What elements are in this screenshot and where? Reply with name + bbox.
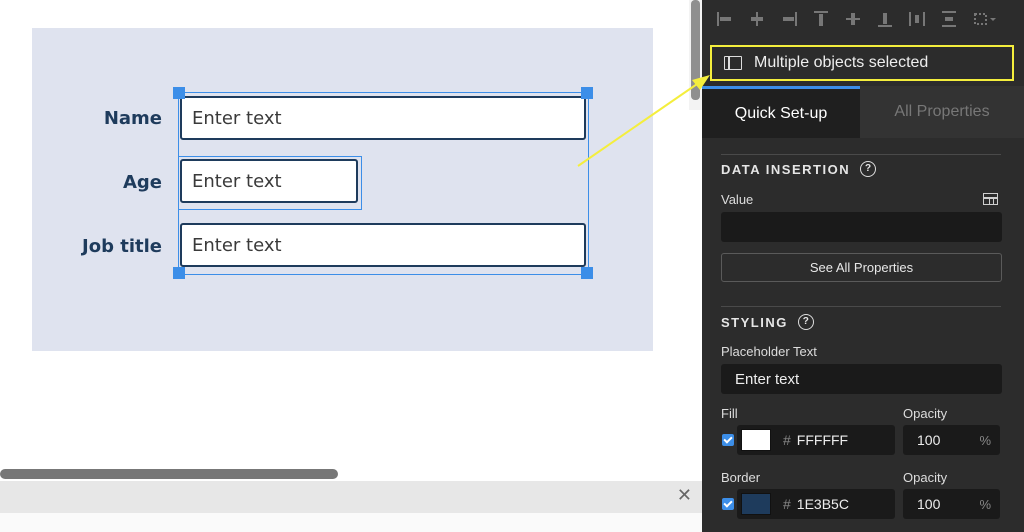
fill-opacity-input[interactable]: 100 % bbox=[903, 425, 1000, 455]
align-middle-vertical-icon[interactable] bbox=[844, 10, 862, 28]
fill-color-field[interactable]: # FFFFFF bbox=[737, 425, 895, 455]
table-icon[interactable] bbox=[983, 193, 998, 205]
styling-heading: STYLING ? bbox=[721, 314, 814, 330]
name-input[interactable]: Enter text bbox=[180, 96, 586, 140]
align-center-horizontal-icon[interactable] bbox=[748, 10, 766, 28]
placeholder-text-label: Placeholder Text bbox=[721, 344, 817, 359]
value-label: Value bbox=[721, 192, 754, 207]
help-icon[interactable]: ? bbox=[860, 161, 877, 177]
tab-quick-setup[interactable]: Quick Set-up bbox=[702, 86, 860, 138]
close-icon[interactable]: ✕ bbox=[677, 485, 692, 506]
fill-checkbox[interactable] bbox=[722, 434, 734, 446]
section-divider bbox=[721, 154, 1001, 155]
align-bottom-icon[interactable] bbox=[876, 10, 894, 28]
border-hex-value: 1E3B5C bbox=[796, 496, 849, 512]
selection-status-text: Multiple objects selected bbox=[754, 54, 929, 71]
section-divider bbox=[721, 306, 1001, 307]
border-opacity-percent: % bbox=[979, 496, 991, 512]
age-input-placeholder: Enter text bbox=[192, 170, 282, 192]
design-canvas[interactable]: Name Age Job title Enter text Enter text… bbox=[0, 0, 702, 532]
fill-hash: # bbox=[783, 432, 791, 448]
styling-title: STYLING bbox=[721, 314, 788, 330]
name-label: Name bbox=[103, 108, 162, 129]
fill-opacity-percent: % bbox=[979, 432, 991, 448]
distribute-vertical-icon[interactable] bbox=[940, 10, 958, 28]
border-color-field[interactable]: # 1E3B5C bbox=[737, 489, 895, 519]
resize-handle-top-right[interactable] bbox=[581, 87, 593, 99]
vertical-scrollbar[interactable] bbox=[691, 0, 700, 100]
border-opacity-input[interactable]: 100 % bbox=[903, 489, 1000, 519]
fill-hex-value: FFFFFF bbox=[796, 432, 849, 448]
tab-all-properties[interactable]: All Properties bbox=[860, 86, 1024, 138]
bottom-bar: ✕ bbox=[0, 481, 702, 513]
fill-color-swatch[interactable] bbox=[741, 429, 771, 451]
horizontal-scrollbar[interactable] bbox=[0, 469, 338, 479]
border-opacity-value: 100 bbox=[917, 496, 941, 512]
border-color-swatch[interactable] bbox=[741, 493, 771, 515]
age-label: Age bbox=[122, 172, 162, 193]
panel-layout-icon bbox=[724, 56, 742, 70]
age-input[interactable]: Enter text bbox=[180, 159, 358, 203]
fill-label: Fill bbox=[721, 406, 738, 421]
data-insertion-heading: DATA INSERTION ? bbox=[721, 161, 877, 177]
value-input[interactable] bbox=[721, 212, 1002, 242]
border-label: Border bbox=[721, 470, 761, 485]
alignment-toolbar bbox=[702, 0, 1024, 42]
panel-tabs: Quick Set-up All Properties bbox=[702, 86, 1024, 138]
data-insertion-title: DATA INSERTION bbox=[721, 161, 851, 177]
size-options-dropdown-icon[interactable] bbox=[972, 10, 998, 28]
distribute-horizontal-icon[interactable] bbox=[908, 10, 926, 28]
bottom-strip bbox=[0, 513, 702, 532]
name-input-placeholder: Enter text bbox=[192, 107, 282, 129]
align-right-icon[interactable] bbox=[780, 10, 798, 28]
resize-handle-top-left[interactable] bbox=[173, 87, 185, 99]
border-checkbox[interactable] bbox=[722, 498, 734, 510]
job-title-input-placeholder: Enter text bbox=[192, 234, 282, 256]
placeholder-text-input[interactable]: Enter text bbox=[721, 364, 1002, 394]
selection-status-banner: Multiple objects selected bbox=[710, 45, 1014, 81]
border-hash: # bbox=[783, 496, 791, 512]
placeholder-text-value: Enter text bbox=[735, 370, 800, 388]
align-left-icon[interactable] bbox=[716, 10, 734, 28]
resize-handle-bottom-left[interactable] bbox=[173, 267, 185, 279]
resize-handle-bottom-right[interactable] bbox=[581, 267, 593, 279]
job-title-input[interactable]: Enter text bbox=[180, 223, 586, 267]
see-all-properties-button[interactable]: See All Properties bbox=[721, 253, 1002, 282]
fill-opacity-value: 100 bbox=[917, 432, 941, 448]
properties-panel: Multiple objects selected Quick Set-up A… bbox=[702, 0, 1024, 532]
job-title-label: Job title bbox=[82, 236, 162, 257]
border-opacity-label: Opacity bbox=[903, 470, 948, 485]
align-top-icon[interactable] bbox=[812, 10, 830, 28]
fill-opacity-label: Opacity bbox=[903, 406, 948, 421]
help-icon[interactable]: ? bbox=[797, 314, 814, 330]
